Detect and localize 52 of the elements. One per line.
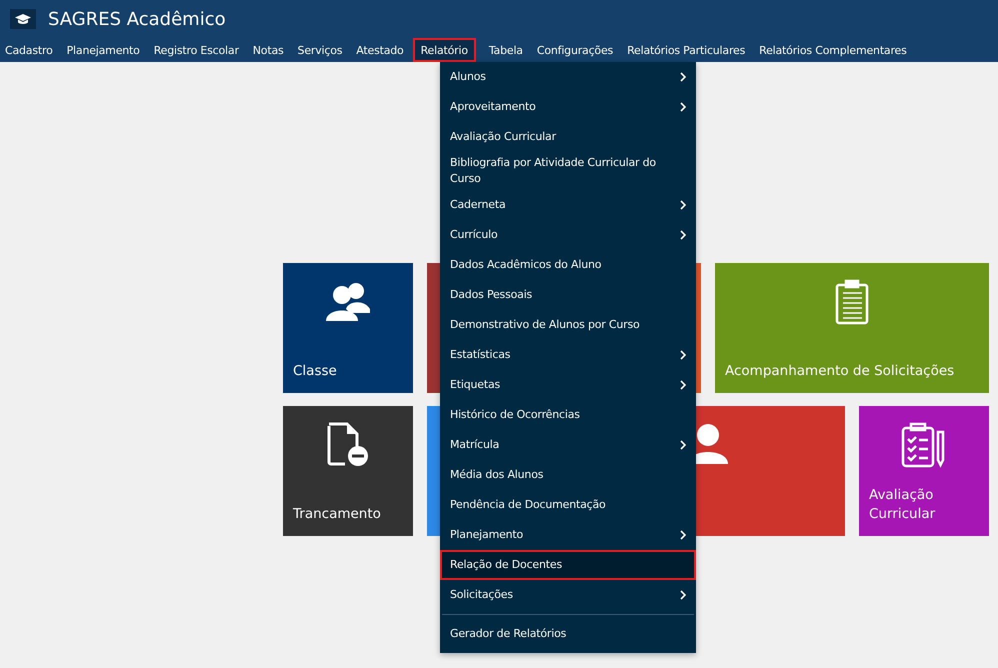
dropdown-menu-item[interactable]: Alunos <box>440 62 696 92</box>
chevron-right-icon <box>680 230 686 240</box>
chevron-right-icon <box>680 380 686 390</box>
nav-menu-item[interactable]: Relatório <box>412 38 476 62</box>
nav-menu-item[interactable]: Relatórios Particulares <box>622 38 750 62</box>
menu-tile[interactable]: Classe <box>283 263 413 393</box>
dropdown-menu-item[interactable]: Gerador de Relatórios <box>440 619 696 649</box>
dropdown-menu-item[interactable]: Currículo <box>440 220 696 250</box>
menu-tile[interactable]: Avaliação Curricular <box>859 406 989 536</box>
chevron-right-icon <box>680 440 686 450</box>
dropdown-menu-item[interactable]: Aproveitamento <box>440 92 696 122</box>
file-minus-icon <box>325 422 371 468</box>
nav-menu-item[interactable]: Planejamento <box>62 38 144 62</box>
dropdown-menu-item[interactable]: Demonstrativo de Alunos por Curso <box>440 310 696 340</box>
chevron-right-icon <box>680 72 686 82</box>
menu-tile[interactable]: Acompanhamento de Solicitações <box>715 263 989 393</box>
dropdown-menu-item[interactable]: Dados Pessoais <box>440 280 696 310</box>
graduation-cap-icon <box>10 9 36 29</box>
app-title: SAGRES Acadêmico <box>48 8 226 30</box>
clipboard-pen-icon <box>901 422 947 468</box>
tile-label: Avaliação Curricular <box>869 486 936 524</box>
dropdown-menu-item[interactable]: Dados Acadêmicos do Aluno <box>440 250 696 280</box>
nav-menu-item[interactable]: Configurações <box>532 38 618 62</box>
tile-label: Trancamento <box>293 505 382 524</box>
nav-menu-item[interactable]: Relatórios Complementares <box>754 38 911 62</box>
dropdown-menu-item[interactable]: Pendência de Documentação <box>440 490 696 520</box>
clipboard-list-icon <box>835 279 869 325</box>
dropdown-menu-item[interactable]: Estatísticas <box>440 340 696 370</box>
nav-menu-item[interactable]: Tabela <box>484 38 527 62</box>
dropdown-menu-item[interactable]: Histórico de Ocorrências <box>440 400 696 430</box>
dropdown-menu-item[interactable]: Relação de Docentes <box>440 550 696 580</box>
tile-label: Classe <box>293 362 338 381</box>
tile-label: Acompanhamento de Solicitações <box>725 362 956 381</box>
dropdown-menu-item[interactable]: Solicitações <box>440 580 696 610</box>
chevron-right-icon <box>680 590 686 600</box>
dropdown-menu-item[interactable]: Avaliação Curricular <box>440 122 696 152</box>
menu-tile[interactable]: Trancamento <box>283 406 413 536</box>
chevron-right-icon <box>680 530 686 540</box>
chevron-right-icon <box>680 350 686 360</box>
dropdown-menu-item[interactable]: Caderneta <box>440 190 696 220</box>
dropdown-menu-item[interactable]: Planejamento <box>440 520 696 550</box>
nav-menu-item[interactable]: Registro Escolar <box>148 38 243 62</box>
dropdown-menu-item[interactable]: Etiquetas <box>440 370 696 400</box>
nav-menu-item[interactable]: Cadastro <box>0 38 57 62</box>
dropdown-menu-item[interactable]: Matrícula <box>440 430 696 460</box>
chevron-right-icon <box>680 102 686 112</box>
nav-menu-item[interactable]: Atestado <box>351 38 408 62</box>
nav-menu-item[interactable]: Notas <box>248 38 288 62</box>
nav-menu-item[interactable]: Serviços <box>292 38 346 62</box>
chevron-right-icon <box>680 200 686 210</box>
dropdown-menu-item[interactable]: Bibliografia por Atividade Curricular do Curso <box>440 152 696 190</box>
dropdown-menu-item[interactable]: Média dos Alunos <box>440 460 696 490</box>
